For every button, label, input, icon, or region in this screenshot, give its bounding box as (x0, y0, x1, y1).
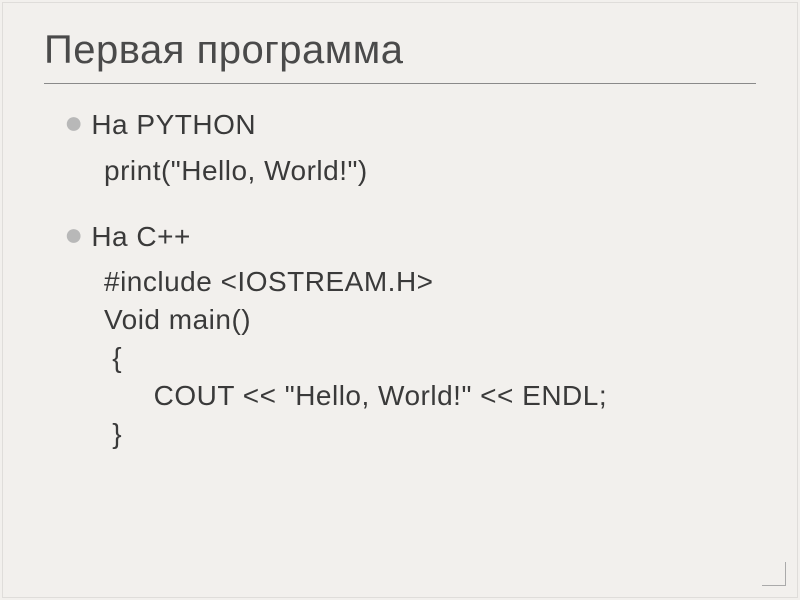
bullet-item: ● На PYTHON (64, 106, 756, 144)
corner-decoration-icon (762, 562, 786, 586)
slide-title: Первая программа (44, 28, 756, 84)
bullet-label: На PYTHON (91, 106, 256, 144)
code-line: Void main() (104, 301, 756, 339)
bullet-item: ● На С++ (64, 218, 756, 256)
code-line: print("Hello, World!") (104, 152, 756, 190)
code-line: COUT << "Hello, World!" << ENDL; (104, 377, 756, 415)
code-block-cpp: #include <IOSTREAM.H> Void main() { COUT… (64, 263, 756, 452)
code-block-python: print("Hello, World!") (64, 152, 756, 190)
slide-content: ● На PYTHON print("Hello, World!") ● На … (44, 106, 756, 452)
slide-container: Первая программа ● На PYTHON print("Hell… (0, 0, 800, 600)
bullet-dot-icon: ● (64, 106, 83, 138)
bullet-label: На С++ (91, 218, 191, 256)
bullet-dot-icon: ● (64, 218, 83, 250)
code-line: #include <IOSTREAM.H> (104, 263, 756, 301)
code-line: { (104, 339, 756, 377)
code-line: } (104, 415, 756, 453)
